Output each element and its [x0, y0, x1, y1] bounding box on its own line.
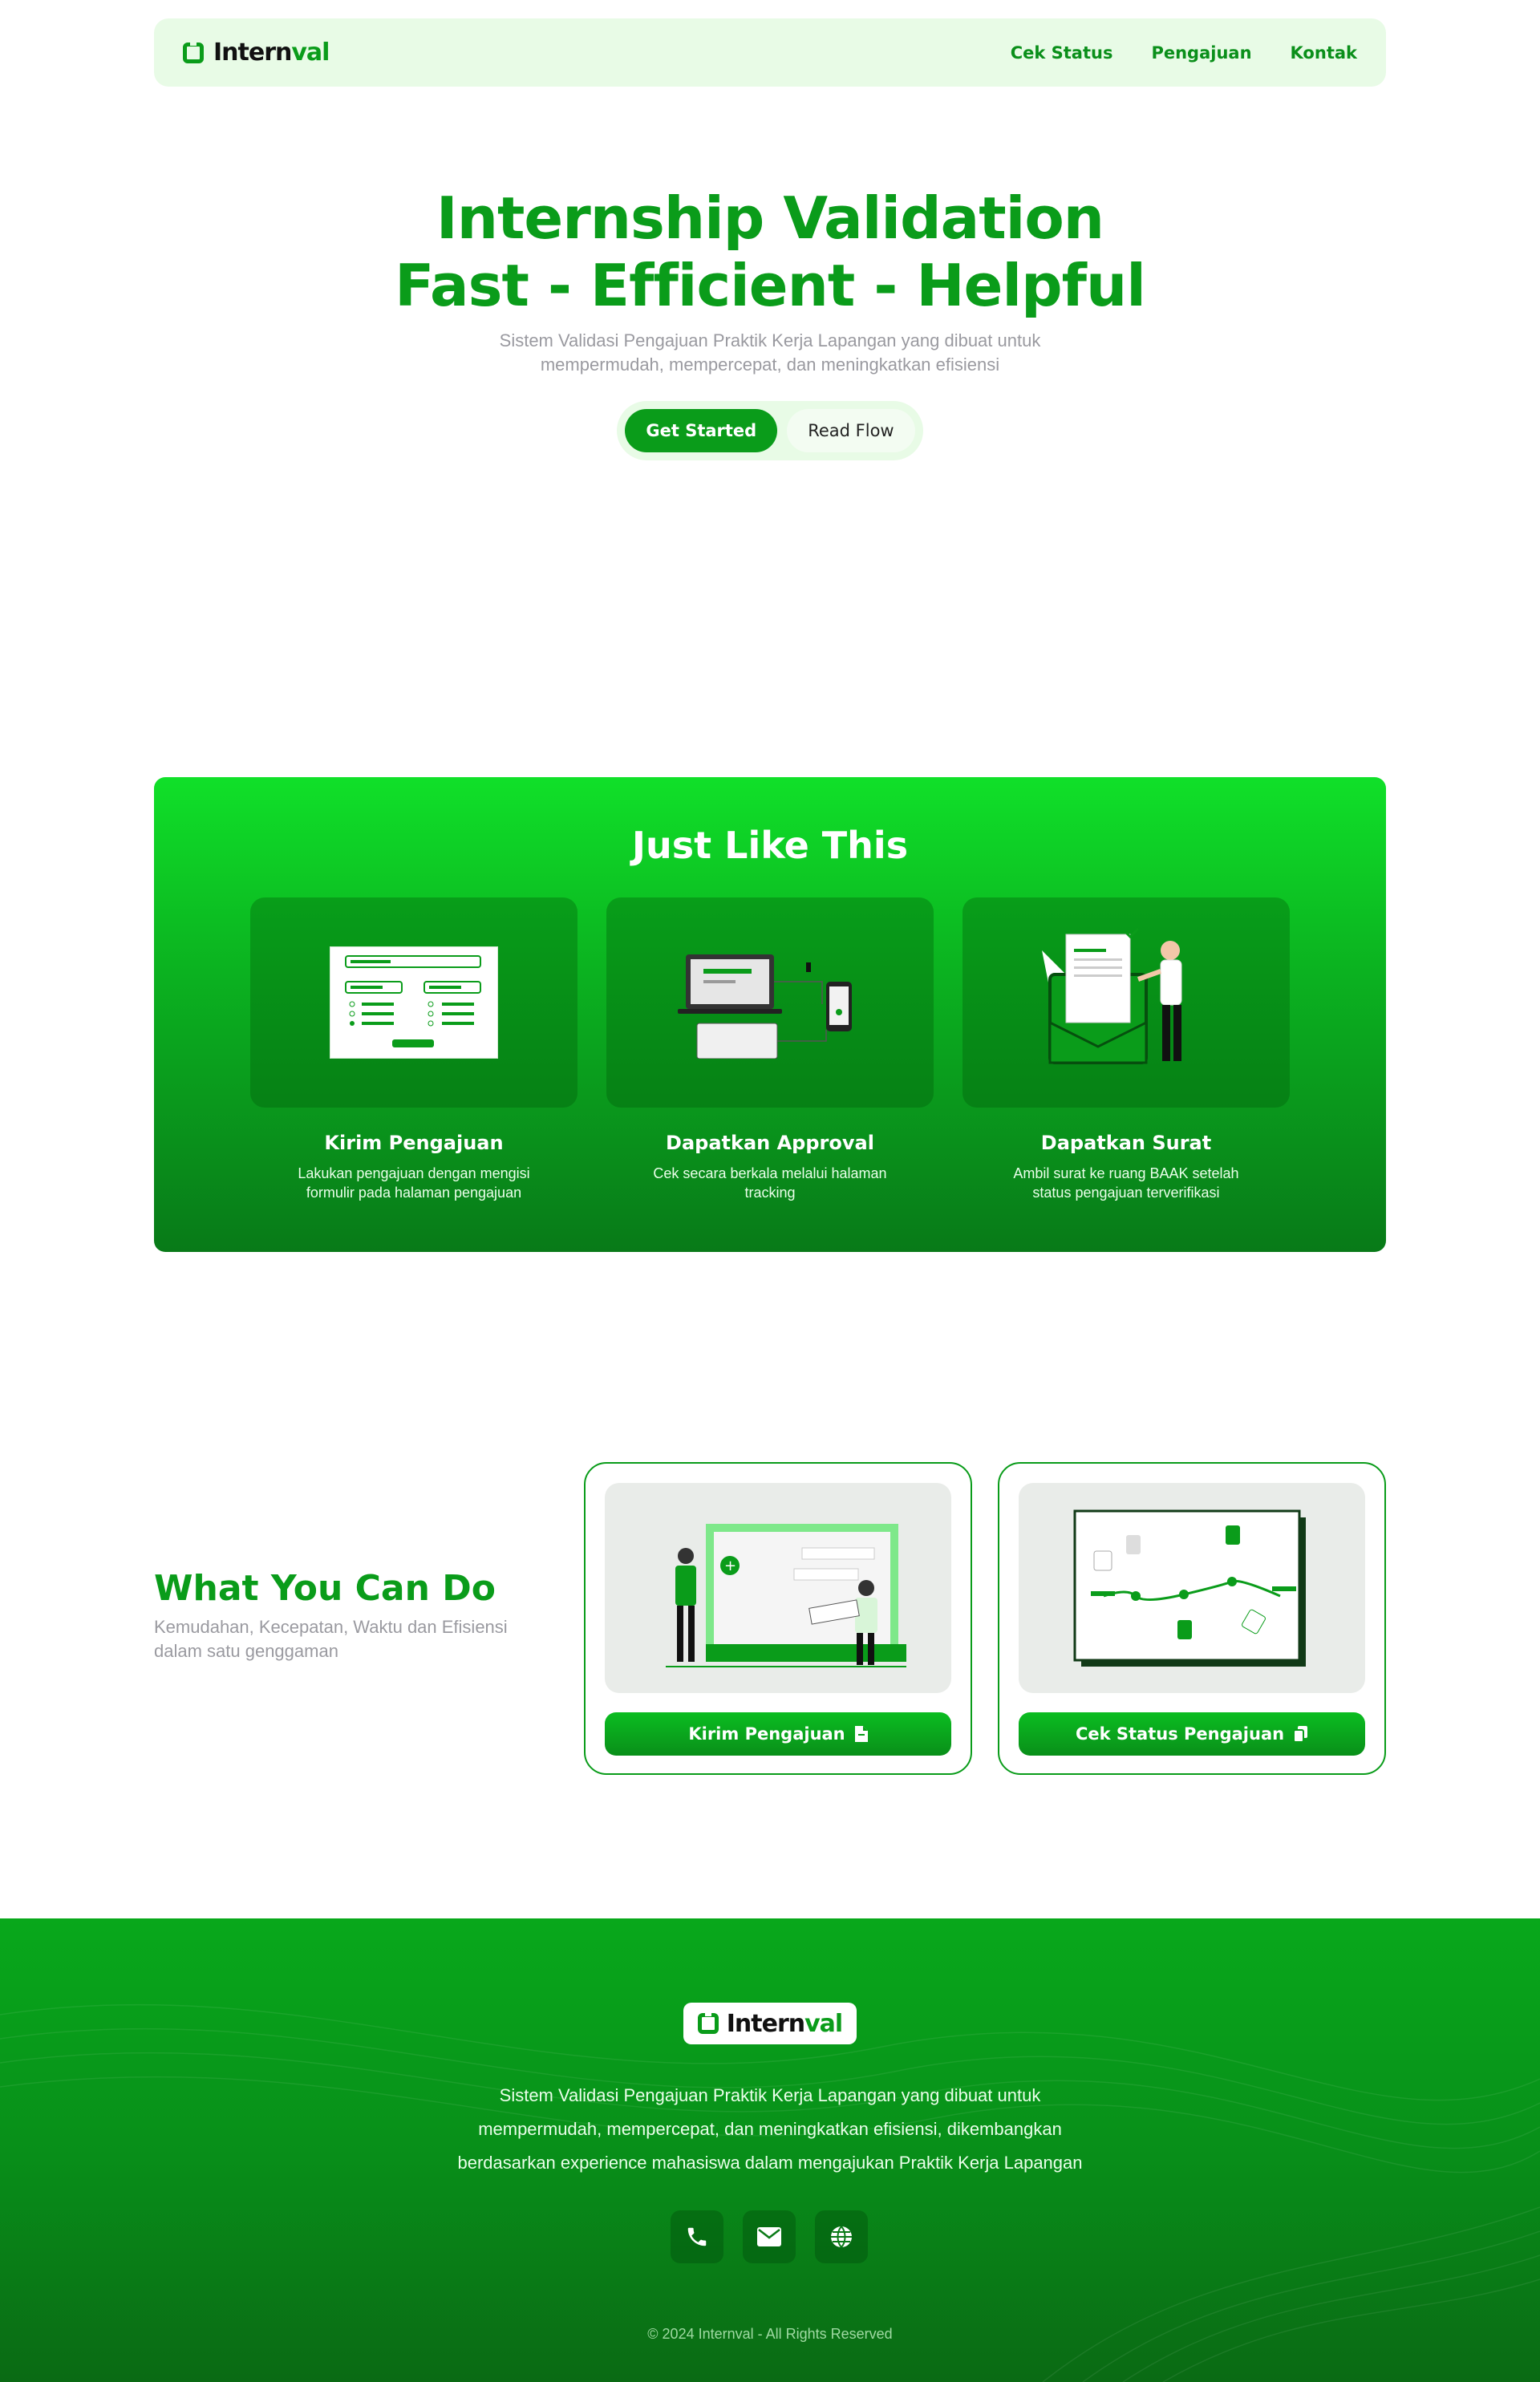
flow-step-card: Kirim Pengajuan Lakukan pengajuan dengan… [250, 897, 578, 1202]
footer-logo[interactable]: Internval [683, 2003, 857, 2044]
mail-icon[interactable] [743, 2210, 796, 2263]
flow-title: Just Like This [631, 824, 909, 867]
section-subtitle: Kemudahan, Kecepatan, Waktu dan Efisiens… [154, 1617, 508, 1661]
action-card-status: Cek Status Pengajuan [998, 1462, 1386, 1775]
brand-name: Internval [726, 2009, 843, 2038]
flow-step-desc: Ambil surat ke ruang BAAK setelah status… [1013, 1165, 1239, 1201]
action-card-submit: + Kirim Pengajuan [584, 1462, 972, 1775]
svg-text:+: + [724, 1558, 736, 1574]
copy-icon [1294, 1726, 1308, 1742]
tracking-illustration-icon [1019, 1483, 1365, 1693]
hero-subtitle: Sistem Validasi Pengajuan Praktik Kerja … [499, 330, 1041, 375]
hero-section: Internship Validation Fast - Efficient -… [0, 184, 1540, 460]
flow-step-title: Dapatkan Surat [1040, 1132, 1212, 1154]
cek-status-button[interactable]: Cek Status Pengajuan [1019, 1712, 1365, 1756]
flow-step-desc: Cek secara berkala melalui halaman track… [653, 1165, 887, 1201]
devices-illustration-icon [606, 897, 934, 1108]
hero-title: Internship Validation Fast - Efficient -… [395, 184, 1146, 319]
footer: Internval Sistem Validasi Pengajuan Prak… [0, 1918, 1540, 2382]
flow-step-card: Dapatkan Surat Ambil surat ke ruang BAAK… [962, 897, 1290, 1202]
brand-name: Internval [213, 38, 330, 67]
nav-cek-status[interactable]: Cek Status [1011, 43, 1113, 63]
what-you-can-do-section: What You Can Do Kemudahan, Kecepatan, Wa… [154, 1568, 555, 1663]
phone-icon[interactable] [671, 2210, 723, 2263]
footer-contact-icons [671, 2210, 868, 2263]
flow-step-card: Dapatkan Approval Cek secara berkala mel… [606, 897, 934, 1202]
globe-icon[interactable] [815, 2210, 868, 2263]
read-flow-button[interactable]: Read Flow [787, 409, 915, 452]
file-icon [854, 1726, 868, 1742]
navbar: Internval Cek Status Pengajuan Kontak [154, 18, 1386, 87]
nav-links: Cek Status Pengajuan Kontak [1011, 43, 1357, 63]
letter-illustration-icon [962, 897, 1290, 1108]
nav-pengajuan[interactable]: Pengajuan [1151, 43, 1251, 63]
footer-description: Sistem Validasi Pengajuan Praktik Kerja … [457, 2085, 1083, 2173]
flow-step-title: Kirim Pengajuan [324, 1132, 504, 1154]
cta-group: Get Started Read Flow [617, 401, 923, 460]
form-illustration-icon [250, 897, 578, 1108]
section-title: What You Can Do [154, 1568, 496, 1609]
brand-logo[interactable]: Internval [183, 38, 330, 67]
flow-step-desc: Lakukan pengajuan dengan mengisi formuli… [298, 1165, 530, 1201]
get-started-button[interactable]: Get Started [625, 409, 778, 452]
copyright: © 2024 Internval - All Rights Reserved [647, 2326, 893, 2342]
kirim-pengajuan-button[interactable]: Kirim Pengajuan [605, 1712, 951, 1756]
logo-icon [183, 41, 204, 63]
nav-kontak[interactable]: Kontak [1291, 43, 1357, 63]
logo-icon [697, 2012, 719, 2034]
submission-illustration-icon: + [605, 1483, 951, 1693]
flow-section: Just Like This Kirim Pengajuan Lakukan p… [154, 777, 1386, 1252]
flow-step-title: Dapatkan Approval [666, 1132, 874, 1154]
